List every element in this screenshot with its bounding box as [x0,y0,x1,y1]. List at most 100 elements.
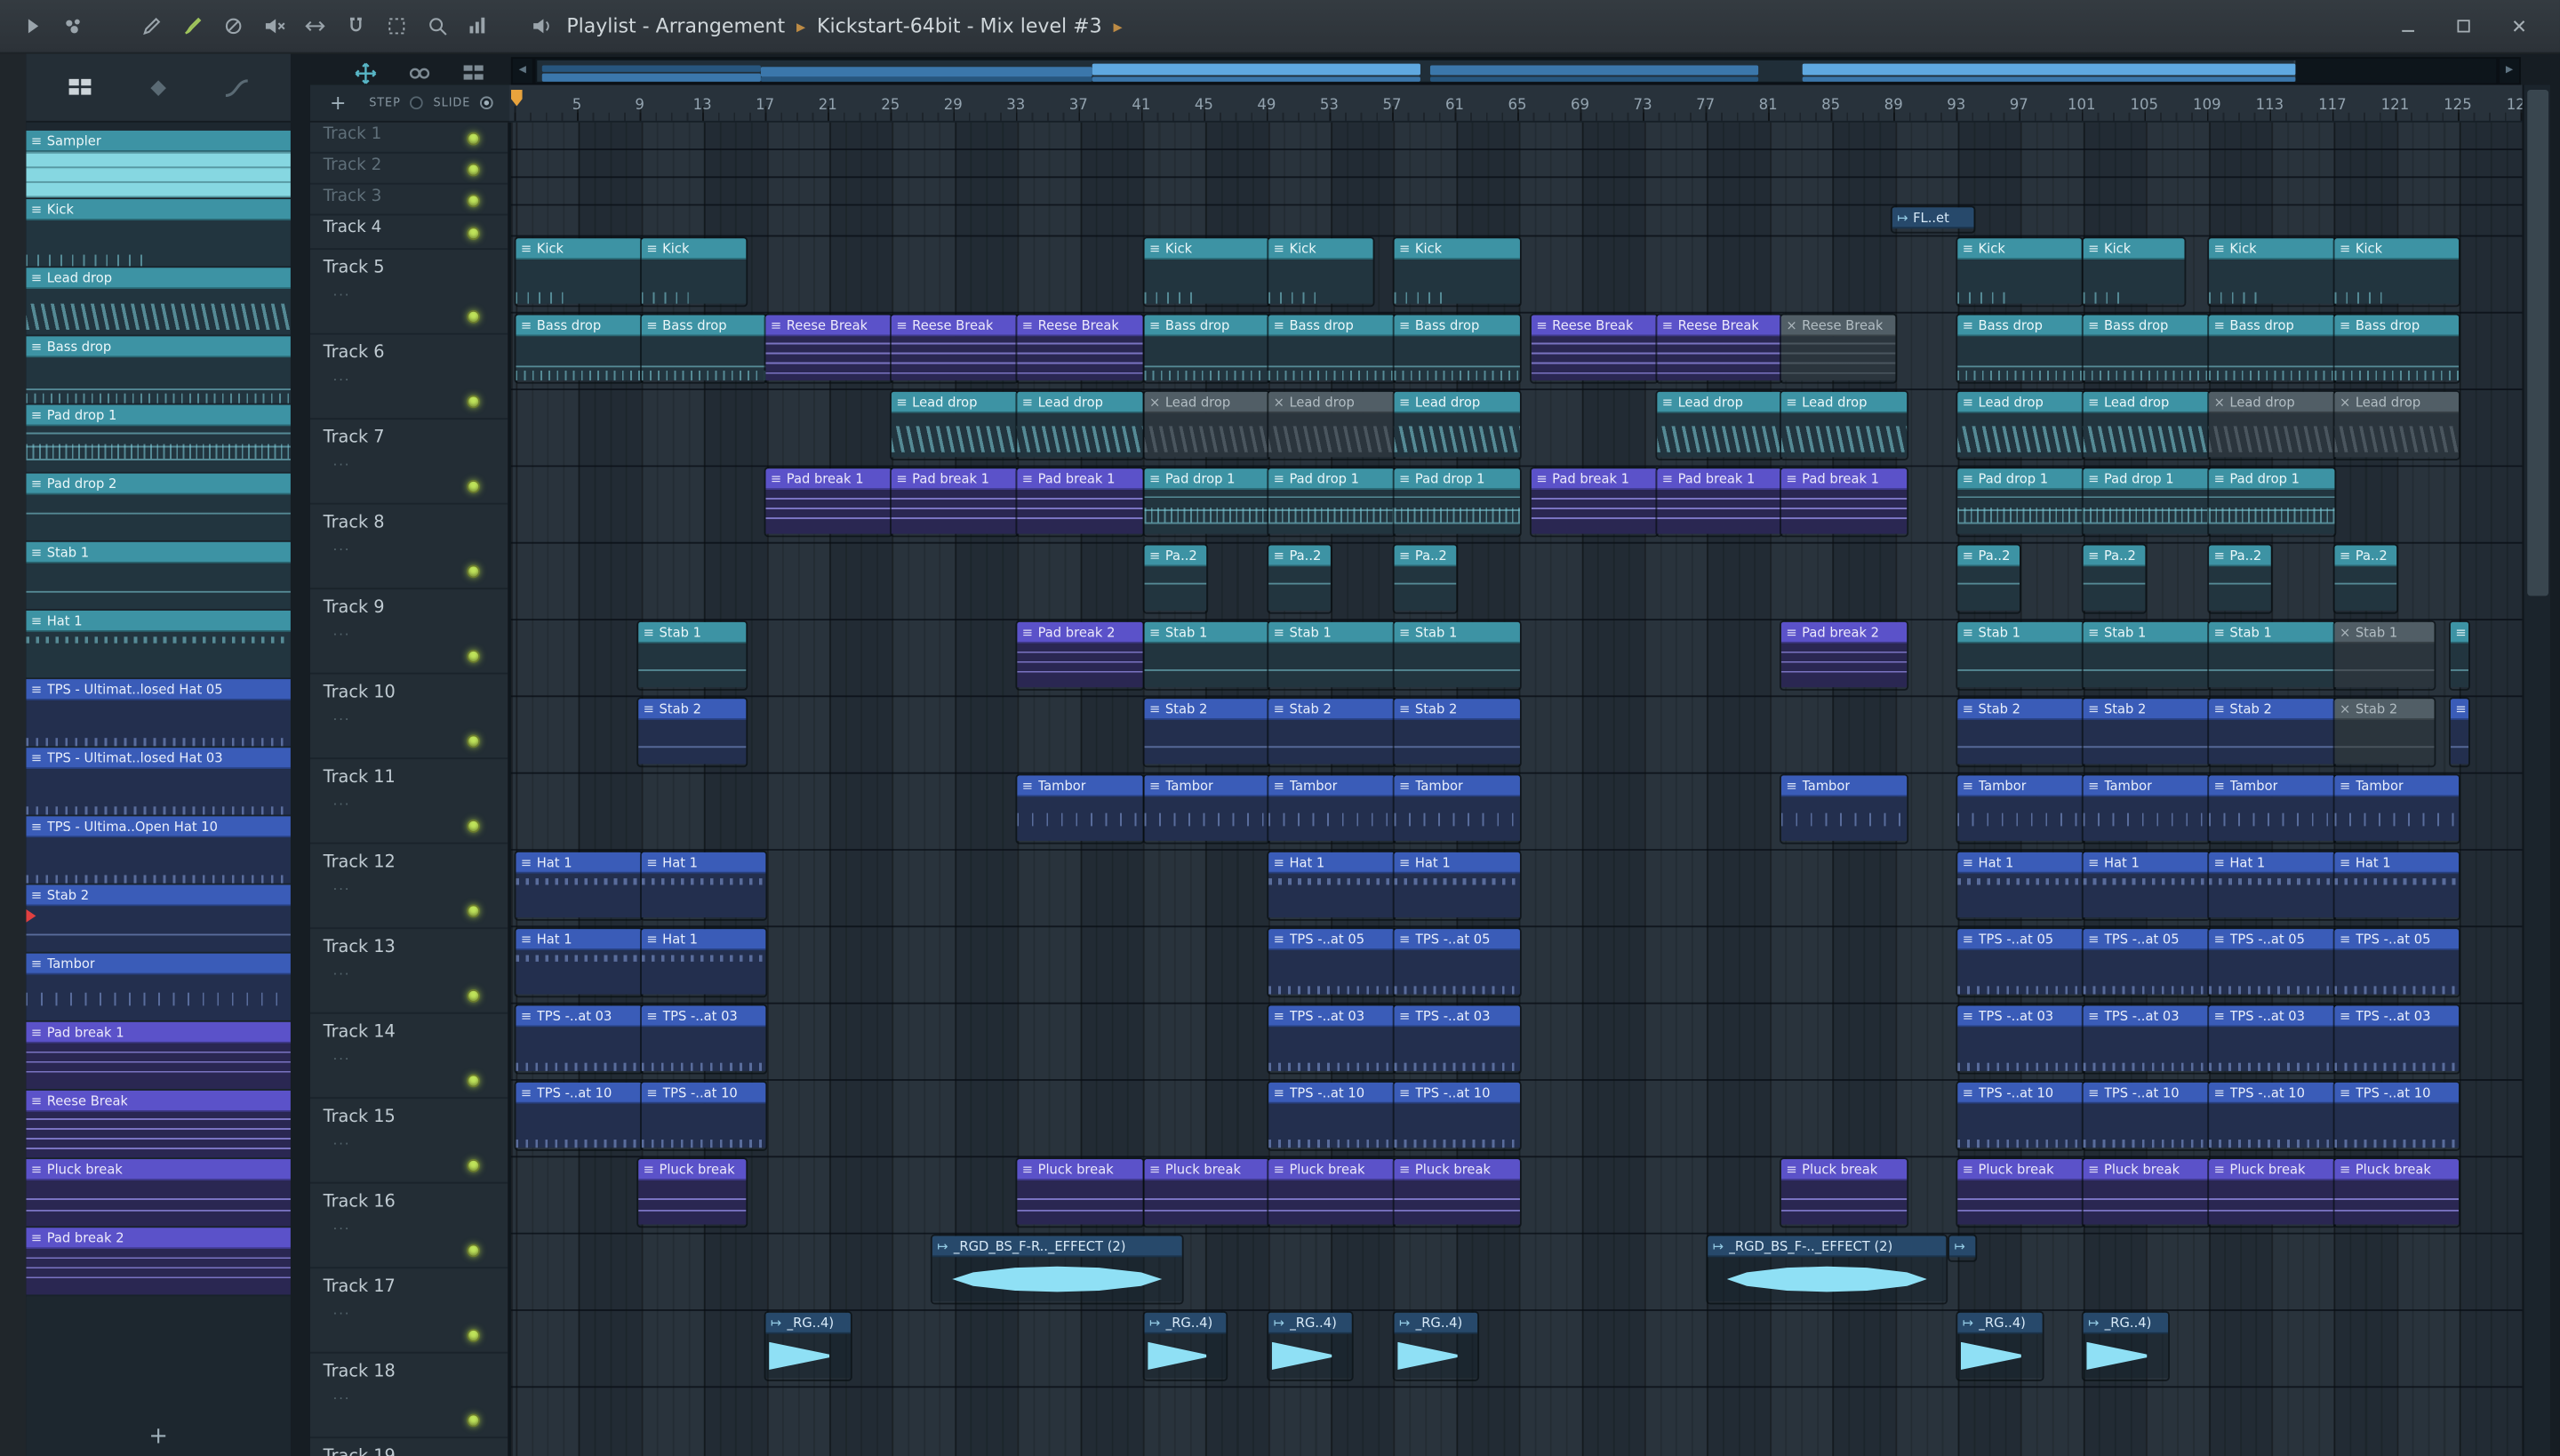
clip[interactable]: ≡ Tambor [1394,775,1520,842]
clip[interactable]: ≡ Tambor [1268,775,1395,842]
clip[interactable]: ≡ TPS -..at 03 [1394,1005,1520,1072]
slide-link-icon[interactable] [406,60,432,85]
track-header[interactable]: Track 13... [309,937,508,1014]
clip[interactable]: ≡ Pad break 1 [891,468,1018,535]
clip[interactable]: ≡ Pluck break [2334,1159,2460,1226]
clip[interactable]: ≡ TPS -..at 03 [2334,1005,2460,1072]
clip[interactable]: ≡ Kick [2334,238,2460,305]
clip[interactable]: ≡ TPS -..at 03 [516,1005,642,1072]
clip-source-item[interactable]: ≡ TPS - Ultima..Open Hat 10 [26,816,291,885]
clip[interactable]: ≡ Lead drop [1657,391,1781,459]
clip-source-item[interactable]: ≡ Reese Break [26,1090,291,1160]
clip[interactable]: ≡ Hat 1 [1268,852,1395,919]
clip[interactable]: ≡ Pluck break [1017,1159,1143,1226]
clip[interactable]: ≡ Pad drop 1 [2209,468,2335,535]
clip[interactable]: ≡ Stab 1 [1957,621,2084,689]
track-header[interactable]: Track 16... [309,1192,508,1269]
clip[interactable]: ≡ Pad break 2 [1780,621,1908,689]
menu-arrow-icon[interactable] [20,13,45,39]
track-led[interactable] [467,989,480,1003]
clip[interactable]: × Reese Break [1780,315,1896,381]
clip[interactable]: ≡ TPS -..at 10 [2334,1082,2460,1149]
automation-picker-icon[interactable] [222,73,252,102]
clip[interactable]: ≡ Stab 2 [1957,699,2084,765]
clip[interactable]: ≡ Hat 1 [1957,852,2084,919]
track-led[interactable] [467,194,480,208]
track-header[interactable]: Track 8... [309,513,508,590]
clip[interactable]: ≡ Stab 1 [2083,621,2210,689]
clip[interactable]: ≡ Hat 1 [516,852,642,919]
clip[interactable]: ≡ TPS -..at 05 [2334,929,2460,996]
clip[interactable]: ≡ Lead drop [891,391,1018,459]
clip[interactable]: ≡ Kick [1957,238,2082,305]
track-header[interactable]: Track 14... [309,1022,508,1100]
clip[interactable]: ≡ Tambor [2209,775,2335,842]
clip[interactable]: ↦ _RG..4) [1394,1312,1478,1380]
track-header[interactable]: Track 2 [309,156,508,185]
clip[interactable]: ≡ Bass drop [2083,315,2210,381]
clip[interactable]: ≡ Reese Break [1017,315,1143,381]
clip[interactable]: ↦ _RGD_BS_F-R.._EFFECT (2) [932,1236,1182,1302]
clip-source-item[interactable]: ≡ Pad drop 1 [26,404,291,474]
track-header[interactable]: Track 19... [310,1446,508,1456]
clip[interactable]: ≡ Bass drop [2334,315,2460,381]
clip[interactable]: ≡ TPS -..at 10 [516,1082,642,1149]
clip[interactable]: ≡ Tambor [2083,775,2210,842]
clip[interactable]: ↦ _RG..4) [2083,1312,2169,1380]
minimap-scroll-left-button[interactable]: ◂ [510,57,534,85]
clip[interactable]: ≡ Tambor [1957,775,2084,842]
clip[interactable]: ≡ Pluck break [638,1159,747,1226]
clip[interactable]: ≡ Reese Break [765,315,892,381]
clip[interactable]: ≡ Stab 2 [638,699,747,765]
clip[interactable]: ↦ FL..et [1892,207,1974,232]
clip[interactable]: ≡ Stab 1 [1144,621,1269,689]
clip-source-item[interactable]: ≡ Stab 1 [26,541,291,611]
meter-icon[interactable] [465,13,491,39]
minimap[interactable] [533,57,2499,85]
add-pattern-button[interactable]: + [330,92,346,115]
clip[interactable]: ≡ Pad break 1 [1780,468,1908,535]
track-header[interactable]: Track 11... [309,767,508,844]
zoom-icon[interactable] [425,13,451,39]
clip[interactable]: ↦ _RGD_BS_F-.._EFFECT (2) [1708,1236,1947,1302]
minimap-thumb[interactable] [537,60,2296,82]
clip[interactable]: ≡ Kick [516,238,642,305]
clip[interactable]: ≡ TPS -..at 10 [1268,1082,1395,1149]
paint-icon[interactable] [180,13,205,39]
clip[interactable]: ≡ Stab 2 [1144,699,1269,765]
grid-icon[interactable] [460,60,486,85]
clip-source-item[interactable]: ≡ Pluck break [26,1159,291,1228]
track-header[interactable]: Track 15... [309,1107,508,1184]
clip[interactable]: ≡ Pa..2 [1394,545,1457,612]
clip[interactable]: ≡ [2450,699,2469,765]
track-led[interactable] [467,650,480,663]
clip[interactable]: ≡ Hat 1 [641,929,766,996]
track-led[interactable] [467,734,480,748]
clip[interactable]: ≡ Kick [1144,238,1269,305]
clip[interactable]: ≡ Pluck break [1957,1159,2084,1226]
clip-source-item[interactable]: ≡ Pad break 2 [26,1228,291,1297]
clip[interactable]: ≡ Lead drop [1957,391,2084,459]
clip[interactable]: ↦ _RG..4) [765,1312,851,1380]
track-led[interactable] [467,1159,480,1172]
clip[interactable]: ≡ Stab 1 [1268,621,1395,689]
clip[interactable]: ≡ TPS -..at 10 [1957,1082,2084,1149]
track-led[interactable] [467,227,480,240]
track-header[interactable]: Track 12... [309,852,508,930]
clip[interactable]: ↦ [1949,1236,1976,1260]
clip[interactable]: ≡ TPS -..at 10 [1394,1082,1520,1149]
clip[interactable]: ≡ Stab 2 [2209,699,2335,765]
vertical-scrollbar[interactable] [2522,84,2550,1456]
minimap-scroll-right-button[interactable]: ▸ [2498,57,2521,85]
slip-icon[interactable] [302,13,328,39]
clip[interactable]: × Lead drop [2334,391,2460,459]
clip[interactable]: ≡ TPS -..at 03 [641,1005,766,1072]
audio-picker-icon[interactable] [144,73,173,102]
clip[interactable]: × Lead drop [1144,391,1269,459]
breadcrumb-segment[interactable]: Kickstart-64bit - Mix level #3 [817,15,1102,38]
select-icon[interactable] [384,13,410,39]
clip[interactable]: ≡ TPS -..at 10 [2209,1082,2335,1149]
clip-source-item[interactable]: ≡ Pad break 1 [26,1021,291,1091]
track-header[interactable]: Track 7... [309,428,508,505]
clip[interactable]: ≡ Bass drop [1268,315,1395,381]
